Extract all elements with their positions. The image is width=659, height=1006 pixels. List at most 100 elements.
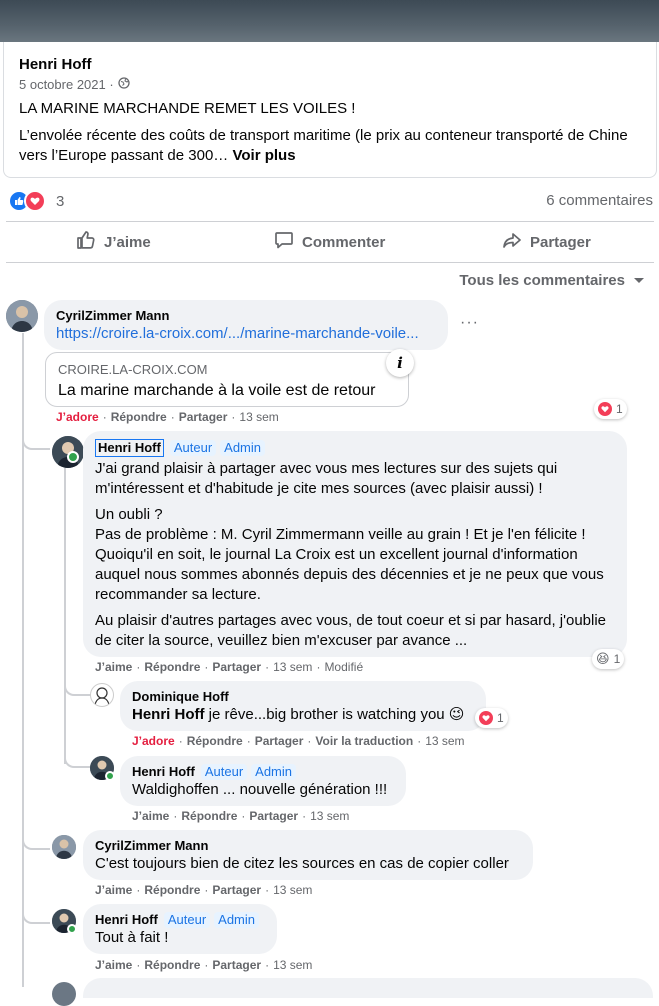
comment-text: Henri Hoff je rêve...big brother is watc…	[132, 705, 474, 725]
comment-sort-dropdown[interactable]: Tous les commentaires	[459, 272, 645, 289]
comment-author[interactable]: CyrilZimmer Mann	[56, 308, 436, 324]
reply-link[interactable]: Répondre	[181, 809, 237, 823]
comment-time[interactable]: 13 sem	[273, 660, 312, 674]
admin-badge[interactable]: Admin	[214, 912, 260, 928]
comment-bubble: CyrilZimmer Mann https://croire.la-croix…	[44, 300, 448, 350]
comment-bubble: Dominique Hoff Henri Hoff je rêve...big …	[120, 681, 486, 731]
reaction-link[interactable]: J’adore	[56, 410, 99, 424]
reply-link[interactable]: Répondre	[144, 958, 200, 972]
reaction-link[interactable]: J’adore	[132, 734, 175, 748]
comment-bubble: Henri Hoff Auteur Admin Waldighoffen ...…	[120, 756, 406, 806]
comment-time[interactable]: 13 sem	[273, 958, 312, 972]
post-date: 5 octobre 2021 ·	[19, 77, 130, 92]
reply-link[interactable]: Répondre	[144, 883, 200, 897]
link-preview-title: La marine marchande à la voile est de re…	[58, 382, 376, 399]
reply-link[interactable]: Répondre	[187, 734, 243, 748]
online-status	[105, 771, 115, 781]
reaction-count: 3	[56, 192, 65, 210]
avatar[interactable]	[52, 982, 76, 1006]
comment-time[interactable]: 13 sem	[239, 410, 278, 424]
share-button[interactable]: Partager	[502, 228, 591, 256]
comment-actions: J’aime · Répondre · Partager · 13 sem · Modi…	[95, 660, 364, 674]
share-link[interactable]: Partager	[179, 410, 228, 424]
globe-icon	[118, 77, 130, 92]
post-date-text[interactable]: 5 octobre 2021 ·	[19, 77, 114, 92]
comment-time[interactable]: 13 sem	[425, 734, 464, 748]
comment-time[interactable]: 13 sem	[273, 883, 312, 897]
admin-badge[interactable]: Admin	[220, 440, 266, 456]
avatar[interactable]	[90, 683, 114, 707]
comment-actions: J’adore · Répondre · Partager · Voir la tra…	[132, 734, 465, 748]
share-link[interactable]: Partager	[255, 734, 304, 748]
comment-author[interactable]: Henri Hoff	[132, 764, 195, 780]
share-link[interactable]: Partager	[249, 809, 298, 823]
comment-author[interactable]: Dominique Hoff	[132, 689, 474, 705]
comment-text-body: je rêve...big brother is watching you 😉	[204, 706, 465, 723]
share-icon	[502, 230, 522, 254]
post-headline: LA MARINE MARCHANDE REMET LES VOILES !	[19, 100, 356, 117]
reply-link[interactable]: Répondre	[111, 410, 167, 424]
haha-reaction-icon: 😆	[596, 651, 610, 666]
like-link[interactable]: J’aime	[95, 660, 132, 674]
mention-link[interactable]: Henri Hoff	[132, 706, 205, 723]
like-button[interactable]: J’aime	[76, 228, 151, 256]
share-link[interactable]: Partager	[212, 958, 261, 972]
comment-reaction-badge[interactable]: 😆 1	[592, 649, 625, 669]
comment-author[interactable]: Henri Hoff	[95, 912, 158, 928]
like-link[interactable]: J’aime	[95, 958, 132, 972]
more-options-icon[interactable]: ···	[460, 314, 479, 332]
thread-connector	[22, 830, 50, 850]
comment-reaction-badge[interactable]: 1	[594, 399, 627, 419]
comment-bubble: Henri Hoff Auteur Admin Tout à fait !	[83, 904, 277, 954]
comment-actions: J’aime · Répondre · Partager · 13 sem	[132, 809, 350, 823]
post-body-text: L’envolée récente des coûts de transport…	[19, 127, 628, 164]
comment-button-label: Commenter	[302, 233, 386, 251]
comment-time[interactable]: 13 sem	[310, 809, 349, 823]
like-link[interactable]: J’aime	[132, 809, 169, 823]
comment-bubble	[83, 978, 653, 998]
reaction-summary[interactable]: 3	[8, 190, 64, 212]
comment-paragraph: Un oubli ?	[95, 506, 163, 523]
comment-icon	[274, 230, 294, 254]
thread-connector	[22, 430, 50, 450]
divider	[6, 262, 654, 263]
reply-link[interactable]: Répondre	[144, 660, 200, 674]
comment-header: Henri Hoff Auteur Admin	[95, 439, 615, 457]
edited-label: Modifié	[324, 660, 364, 674]
post-image[interactable]	[0, 0, 659, 42]
comment-link[interactable]: https://croire.la-croix.com/.../marine-m…	[56, 324, 436, 344]
comment-author[interactable]: CyrilZimmer Mann	[95, 838, 521, 854]
share-link[interactable]: Partager	[212, 883, 261, 897]
avatar[interactable]	[52, 835, 76, 859]
info-icon[interactable]: i	[386, 349, 414, 377]
admin-badge[interactable]: Admin	[251, 764, 297, 780]
comment-bubble: CyrilZimmer Mann C'est toujours bien de …	[83, 830, 533, 880]
author-badge[interactable]: Auteur	[200, 764, 248, 780]
comment-reaction-badge[interactable]: 1	[475, 708, 508, 728]
thread-connector	[64, 750, 92, 768]
author-badge[interactable]: Auteur	[169, 440, 217, 456]
online-status	[67, 451, 79, 463]
post-body: L’envolée récente des coûts de transport…	[19, 126, 639, 166]
avatar[interactable]	[6, 300, 38, 332]
thumbs-up-icon	[76, 230, 96, 254]
comment-header: Henri Hoff Auteur Admin	[95, 912, 265, 928]
like-link[interactable]: J’aime	[95, 883, 132, 897]
like-button-label: J’aime	[104, 233, 151, 251]
comment-actions: J’adore · Répondre · Partager · 13 sem	[56, 410, 279, 424]
share-link[interactable]: Partager	[212, 660, 261, 674]
reaction-count: 1	[613, 652, 621, 666]
post-author[interactable]: Henri Hoff	[19, 56, 92, 73]
comment-author[interactable]: Henri Hoff	[95, 439, 164, 457]
comment-actions: J’aime · Répondre · Partager · 13 sem	[95, 883, 313, 897]
see-more-link[interactable]: Voir plus	[232, 147, 295, 164]
online-status	[67, 924, 77, 934]
comment-count[interactable]: 6 commentaires	[546, 192, 653, 209]
author-badge[interactable]: Auteur	[163, 912, 211, 928]
translate-link[interactable]: Voir la traduction	[315, 734, 413, 748]
comment-button[interactable]: Commenter	[274, 228, 385, 256]
link-preview[interactable]: CROIRE.LA-CROIX.COM La marine marchande …	[45, 349, 414, 407]
share-button-label: Partager	[530, 233, 591, 251]
comment-paragraph: J'ai grand plaisir à partager avec vous …	[95, 460, 558, 497]
thread-connector	[64, 680, 92, 696]
